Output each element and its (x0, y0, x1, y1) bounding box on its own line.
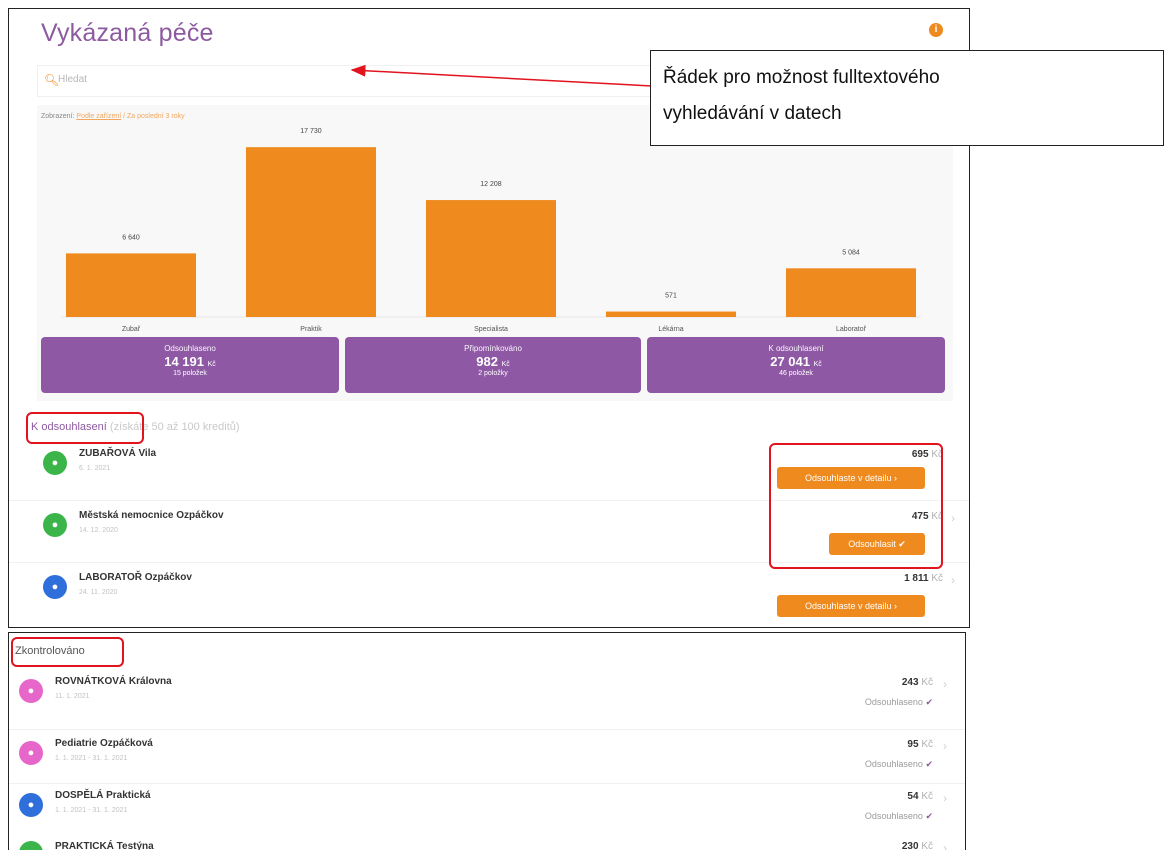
item-date: 6. 1. 2021 (79, 465, 111, 472)
chevron-right-icon[interactable]: › (951, 511, 955, 525)
chart-area: Zobrazení: Podle zařízení / Za poslední … (37, 105, 953, 401)
item-name: Pediatrie Ozpáčková (55, 738, 153, 749)
info-icon[interactable]: i (929, 23, 943, 37)
bar-Laboratoř (786, 268, 916, 317)
item-name: PRAKTICKÁ Testýna (55, 841, 154, 850)
item-name: ROVNÁTKOVÁ Královna (55, 676, 172, 687)
doctor-icon: ● (43, 575, 67, 599)
item-amount: 243 Kč (901, 677, 933, 688)
status-approved: Odsouhlaseno ✔ (864, 759, 933, 769)
summary-count: 46 položek (779, 370, 813, 377)
summary-count: 15 položek (173, 370, 207, 377)
chevron-right-icon[interactable]: › (943, 791, 947, 805)
annotation-box-checked (11, 637, 124, 667)
item-name: ZUBAŘOVÁ Vila (79, 448, 157, 459)
item-date: 14. 12. 2020 (79, 527, 118, 534)
summary-title: K odsouhlasení (768, 344, 824, 353)
divider (9, 729, 965, 730)
chevron-right-icon[interactable]: › (943, 739, 947, 753)
tick-label: Praktik (300, 326, 322, 333)
divider (9, 783, 965, 784)
chevron-right-icon[interactable]: › (943, 677, 947, 691)
stethoscope-icon: ● (19, 679, 43, 703)
item-amount: 1 811 Kč (904, 573, 943, 584)
item-name: DOSPĚLÁ Praktická (55, 790, 151, 801)
annotation-box-title (26, 412, 144, 444)
data-label: 12 208 (480, 181, 502, 188)
summary-approved[interactable]: Odsouhlaseno 14 191 Kč 15 položek (41, 337, 339, 393)
summary-value: 982 Kč (476, 354, 510, 369)
item-amount: 95 Kč (907, 739, 933, 750)
status-approved: Odsouhlaseno ✔ (864, 697, 933, 707)
tooth-icon: ● (43, 451, 67, 475)
annotation-box-actions (769, 443, 943, 569)
data-label: 17 730 (300, 128, 322, 135)
summary-value: 27 041 Kč (770, 354, 822, 369)
item-amount: 54 Kč (907, 791, 933, 802)
search-icon: 🔍︎ (44, 73, 60, 87)
tick-label: Specialista (474, 326, 508, 333)
checked-panel: Zkontrolováno ● ROVNÁTKOVÁ Královna 11. … (8, 632, 966, 850)
chevron-right-icon[interactable]: › (951, 573, 955, 587)
tick-label: Laboratoř (836, 326, 867, 333)
summary-count: 2 položky (478, 370, 508, 377)
doctor-icon: ● (19, 793, 43, 817)
annotation-callout: Řádek pro možnost fulltextového vyhledáv… (650, 50, 1164, 146)
summary-commented[interactable]: Připomínkováno 982 Kč 2 položky (345, 337, 641, 393)
page-title: Vykázaná péče (41, 19, 214, 47)
approve-in-detail-button[interactable]: Odsouhlaste v detailu › (777, 595, 925, 617)
tick-label: Zubař (122, 326, 141, 333)
status-approved: Odsouhlaseno ✔ (864, 811, 933, 821)
chevron-right-icon[interactable]: › (943, 841, 947, 850)
item-date: 1. 1. 2021 - 31. 1. 2021 (55, 755, 128, 762)
stethoscope-icon: ● (19, 741, 43, 765)
callout-line-1: Řádek pro možnost fulltextového (663, 67, 940, 88)
tooth-icon: ● (19, 841, 43, 850)
bar-Specialista (426, 200, 556, 317)
search-placeholder: Hledat (58, 74, 87, 85)
summary-to-approve[interactable]: K odsouhlasení 27 041 Kč 46 položek (647, 337, 945, 393)
summary-title: Připomínkováno (464, 344, 522, 353)
bar-Zubař (66, 253, 196, 317)
tooth-icon: ● (43, 513, 67, 537)
item-date: 24. 11. 2020 (79, 589, 118, 596)
item-date: 11. 1. 2021 (55, 693, 90, 700)
bar-Praktik (246, 147, 376, 317)
callout-line-2: vyhledávání v datech (663, 103, 842, 124)
data-label: 571 (665, 293, 677, 300)
item-name: Městská nemocnice Ozpáčkov (79, 510, 224, 521)
item-date: 1. 1. 2021 - 31. 1. 2021 (55, 807, 128, 814)
item-amount: 230 Kč (901, 841, 933, 850)
data-label: 6 640 (122, 234, 140, 241)
tick-label: Lékárna (658, 326, 683, 333)
summary-title: Odsouhlaseno (164, 344, 216, 353)
data-label: 5 084 (842, 249, 860, 256)
item-name: LABORATOŘ Ozpáčkov (79, 572, 192, 583)
summary-value: 14 191 Kč (164, 354, 216, 369)
bar-Lékárna (606, 311, 736, 317)
